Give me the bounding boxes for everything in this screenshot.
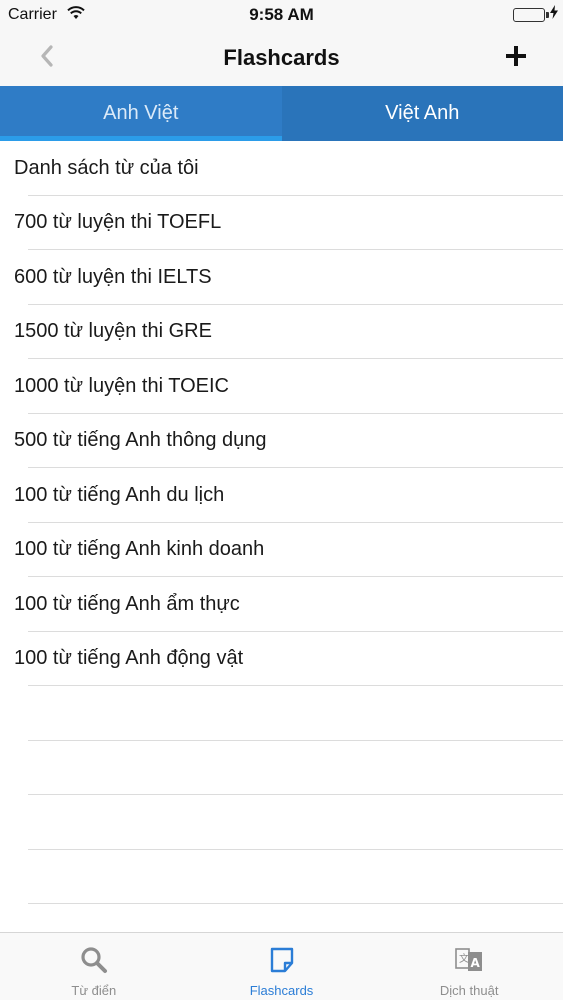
plus-icon xyxy=(505,44,527,71)
back-button[interactable] xyxy=(30,42,64,74)
flashcard-list: Danh sách từ của tôi 700 từ luyện thi TO… xyxy=(0,141,563,904)
list-item[interactable]: 500 từ tiếng Anh thông dụng xyxy=(0,414,563,469)
list-item[interactable]: 100 từ tiếng Anh ẩm thực xyxy=(0,577,563,632)
translate-icon: 文 A xyxy=(454,945,484,975)
list-item[interactable]: 1000 từ luyện thi TOEIC xyxy=(0,359,563,414)
charging-bolt-icon xyxy=(550,5,558,22)
navigation-bar: Flashcards xyxy=(0,30,563,86)
empty-row xyxy=(0,795,563,850)
list-item[interactable]: 100 từ tiếng Anh du lịch xyxy=(0,468,563,523)
list-item[interactable]: 100 từ tiếng Anh kinh doanh xyxy=(0,523,563,578)
flashcard-icon xyxy=(267,945,297,975)
language-tabs: Anh Việt Việt Anh xyxy=(0,86,563,141)
add-button[interactable] xyxy=(499,42,533,74)
empty-row xyxy=(0,741,563,796)
tab-anh-viet[interactable]: Anh Việt xyxy=(0,86,282,141)
tab-bar-label: Dịch thuật xyxy=(439,983,499,998)
chevron-left-icon xyxy=(40,44,54,72)
list-item[interactable]: 100 từ tiếng Anh động vật xyxy=(0,632,563,687)
tab-bar-label: Flashcards xyxy=(249,983,314,998)
list-item[interactable]: Danh sách từ của tôi xyxy=(0,141,563,196)
empty-row xyxy=(0,850,563,905)
tab-bar-label: Từ điển xyxy=(71,983,117,998)
page-title: Flashcards xyxy=(223,45,340,70)
list-item[interactable]: 700 từ luyện thi TOEFL xyxy=(0,196,563,251)
tab-bar-item-flashcards[interactable]: Flashcards xyxy=(188,933,376,1000)
svg-text:文: 文 xyxy=(459,952,469,965)
empty-row xyxy=(0,686,563,741)
svg-text:A: A xyxy=(471,956,481,970)
status-time: 9:58 AM xyxy=(249,5,314,24)
tab-viet-anh[interactable]: Việt Anh xyxy=(282,86,563,141)
battery-icon xyxy=(513,8,545,22)
list-item[interactable]: 600 từ luyện thi IELTS xyxy=(0,250,563,305)
bottom-tab-bar: Từ điển Flashcards 文 A Dịch thuật xyxy=(0,932,563,1000)
search-icon xyxy=(79,945,109,975)
status-bar: Carrier 9:58 AM xyxy=(0,0,563,30)
tab-bar-item-tu-dien[interactable]: Từ điển xyxy=(0,933,188,1000)
battery-nub xyxy=(546,12,549,18)
list-item[interactable]: 1500 từ luyện thi GRE xyxy=(0,305,563,360)
tab-bar-item-dich-thuat[interactable]: 文 A Dịch thuật xyxy=(375,933,563,1000)
